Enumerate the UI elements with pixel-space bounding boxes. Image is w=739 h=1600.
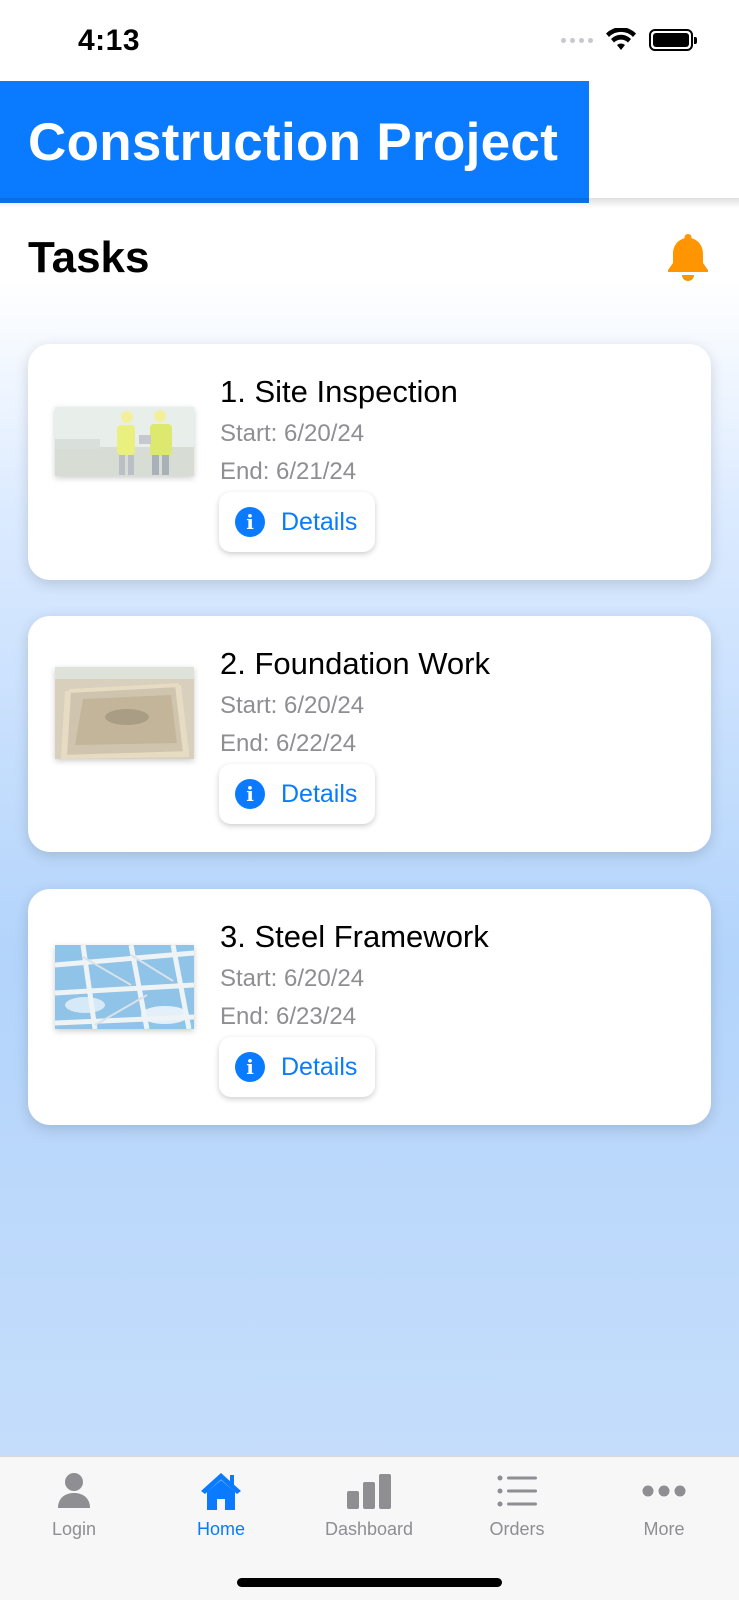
details-label: Details [281, 1052, 358, 1081]
details-label: Details [281, 779, 358, 808]
title-banner: Construction Project [0, 81, 589, 203]
info-icon: i [235, 779, 265, 809]
task-end-date: End: 6/23/24 [220, 1003, 357, 1030]
info-icon: i [235, 1052, 265, 1082]
status-bar: 4:13 [0, 0, 739, 80]
task-end-date: End: 6/21/24 [220, 458, 357, 485]
list-icon [497, 1475, 537, 1507]
status-icons [561, 28, 697, 52]
tab-orders[interactable]: Orders [443, 1467, 591, 1540]
details-button[interactable]: i Details [219, 492, 375, 552]
status-time: 4:13 [78, 24, 141, 57]
details-button[interactable]: i Details [219, 1037, 375, 1097]
tab-home[interactable]: Home [147, 1467, 295, 1540]
app-title: Construction Project [28, 112, 559, 172]
site-inspection-image [55, 407, 194, 476]
battery-icon [649, 29, 697, 51]
tab-login[interactable]: Login [0, 1467, 148, 1540]
task-end-date: End: 6/22/24 [220, 730, 357, 757]
task-start-date: Start: 6/20/24 [220, 420, 365, 447]
person-icon [58, 1473, 90, 1508]
tab-label: Login [51, 1519, 97, 1539]
task-card: 1. Site Inspection Start: 6/20/24 End: 6… [28, 344, 711, 580]
task-start-date: Start: 6/20/24 [220, 965, 365, 992]
bell-icon[interactable] [663, 231, 713, 283]
tab-label: More [643, 1519, 685, 1539]
task-title: 1. Site Inspection [220, 374, 458, 409]
tab-more[interactable]: More [590, 1467, 738, 1540]
tab-label: Home [196, 1519, 245, 1539]
details-label: Details [281, 507, 358, 536]
tasks-screen: Tasks 1. Site Inspection Start: 6/20/24 … [0, 203, 739, 1456]
info-icon: i [235, 507, 265, 537]
wifi-icon [606, 28, 636, 50]
steel-framework-image [55, 945, 194, 1029]
task-card: 3. Steel Framework Start: 6/20/24 End: 6… [28, 889, 711, 1125]
cellular-signal-icon [561, 37, 593, 43]
bar-chart-icon [347, 1474, 391, 1509]
task-title: 3. Steel Framework [220, 919, 489, 954]
task-card: 2. Foundation Work Start: 6/20/24 End: 6… [28, 616, 711, 852]
tab-label: Dashboard [324, 1519, 414, 1539]
foundation-work-image [55, 667, 194, 759]
page-title: Tasks [28, 233, 150, 282]
task-title: 2. Foundation Work [220, 646, 490, 681]
tab-label: Orders [489, 1519, 545, 1539]
home-indicator[interactable] [237, 1578, 502, 1587]
house-icon [201, 1473, 241, 1510]
more-icon [642, 1485, 686, 1497]
tab-dashboard[interactable]: Dashboard [295, 1467, 443, 1540]
header-shadow [0, 198, 739, 208]
task-start-date: Start: 6/20/24 [220, 692, 365, 719]
details-button[interactable]: i Details [219, 764, 375, 824]
